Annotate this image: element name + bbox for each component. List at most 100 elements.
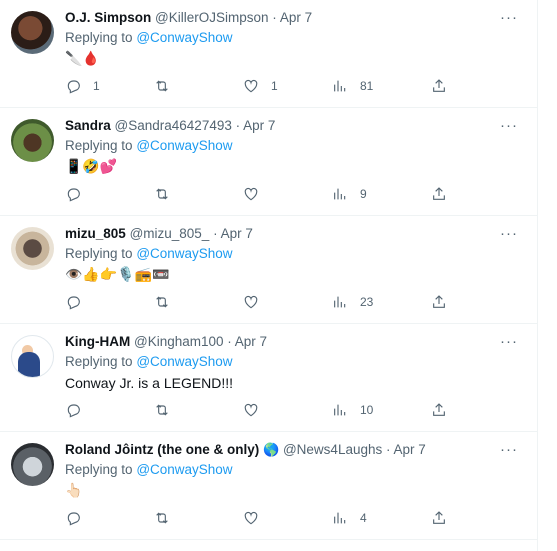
views-button[interactable]: 10 xyxy=(332,401,373,419)
share-button[interactable] xyxy=(431,401,447,419)
like-button[interactable] xyxy=(243,509,271,527)
replying-to: Replying to @ConwayShow xyxy=(65,246,233,261)
retweet-button[interactable] xyxy=(154,77,182,95)
more-icon[interactable]: ··· xyxy=(500,441,518,458)
share-icon xyxy=(433,187,445,200)
tweet-header: Sandra @Sandra46427493 · Apr 7 xyxy=(65,118,275,133)
more-icon[interactable]: ··· xyxy=(500,9,518,26)
mention-link[interactable]: @ConwayShow xyxy=(136,462,232,477)
views-button[interactable]: 4 xyxy=(332,509,367,527)
tweet-header: Roland Jôintz (the one & only) 🌎 @News4L… xyxy=(65,442,426,458)
avatar[interactable] xyxy=(11,443,54,486)
tweet-date[interactable]: Apr 7 xyxy=(280,10,312,25)
display-name[interactable]: O.J. Simpson xyxy=(65,10,151,25)
views-icon xyxy=(334,512,346,524)
retweet-button[interactable] xyxy=(154,401,182,419)
display-name[interactable]: Roland Jôintz (the one & only) xyxy=(65,442,259,457)
display-name[interactable]: King-HAM xyxy=(65,334,130,349)
tweet-text: 🔪🩸 xyxy=(65,51,100,67)
retweet-button[interactable] xyxy=(154,509,182,527)
share-button[interactable] xyxy=(431,293,447,311)
display-name[interactable]: Sandra xyxy=(65,118,111,133)
share-icon xyxy=(433,511,445,524)
share-icon xyxy=(433,79,445,92)
tweet-actions: 23 xyxy=(65,293,455,311)
retweet-icon xyxy=(156,404,168,416)
like-icon xyxy=(244,403,258,417)
share-button[interactable] xyxy=(431,509,447,527)
globe-icon: 🌎 xyxy=(263,442,280,457)
tweet-text: 📱🤣💕 xyxy=(65,159,118,175)
more-icon[interactable]: ··· xyxy=(500,117,518,134)
like-button[interactable]: 1 xyxy=(243,77,278,95)
views-button[interactable]: 23 xyxy=(332,293,373,311)
tweet-date[interactable]: Apr 7 xyxy=(235,334,267,349)
reply-button[interactable] xyxy=(65,509,93,527)
like-count: 1 xyxy=(271,79,278,93)
mention-link[interactable]: @ConwayShow xyxy=(136,246,232,261)
user-handle[interactable]: @News4Laughs xyxy=(283,442,382,457)
reply-count: 1 xyxy=(93,79,100,93)
mention-link[interactable]: @ConwayShow xyxy=(136,354,232,369)
reply-button[interactable] xyxy=(65,293,93,311)
replying-to: Replying to @ConwayShow xyxy=(65,138,233,153)
user-handle[interactable]: @KillerOJSimpson xyxy=(155,10,268,25)
more-icon[interactable]: ··· xyxy=(500,225,518,242)
views-count: 9 xyxy=(360,187,367,201)
tweet[interactable]: King-HAM @Kingham100 · Apr 7 ··· Replyin… xyxy=(0,324,537,432)
share-icon xyxy=(433,403,445,416)
avatar[interactable] xyxy=(11,335,54,378)
tweet[interactable]: mizu_805 @mizu_805_ · Apr 7 ··· Replying… xyxy=(0,216,537,324)
reply-icon xyxy=(67,80,80,94)
views-count: 81 xyxy=(360,79,374,93)
reply-button[interactable] xyxy=(65,185,93,203)
tweet-header: mizu_805 @mizu_805_ · Apr 7 xyxy=(65,226,253,241)
tweet-date[interactable]: Apr 7 xyxy=(243,118,275,133)
user-handle[interactable]: @Kingham100 xyxy=(134,334,224,349)
reply-icon xyxy=(67,188,80,202)
views-button[interactable]: 9 xyxy=(332,185,367,203)
mention-link[interactable]: @ConwayShow xyxy=(136,138,232,153)
avatar[interactable] xyxy=(11,227,54,270)
display-name[interactable]: mizu_805 xyxy=(65,226,126,241)
retweet-button[interactable] xyxy=(154,185,182,203)
views-count: 23 xyxy=(360,295,374,309)
replying-to: Replying to @ConwayShow xyxy=(65,30,233,45)
replies-feed: O.J. Simpson @KillerOJSimpson · Apr 7 ··… xyxy=(0,0,538,551)
views-count: 4 xyxy=(360,511,367,525)
separator-dot: · xyxy=(227,334,232,349)
tweet-actions: 9 xyxy=(65,185,455,203)
tweet-text: 👁️👍👉🎙️📻📼 xyxy=(65,267,170,283)
share-button[interactable] xyxy=(431,185,447,203)
tweet[interactable]: Sandra @Sandra46427493 · Apr 7 ··· Reply… xyxy=(0,108,537,216)
views-icon xyxy=(334,404,346,416)
tweet-header: King-HAM @Kingham100 · Apr 7 xyxy=(65,334,267,349)
reply-button[interactable]: 1 xyxy=(65,77,100,95)
more-icon[interactable]: ··· xyxy=(500,333,518,350)
replying-to: Replying to @ConwayShow xyxy=(65,462,233,477)
tweet[interactable]: Roland Jôintz (the one & only) 🌎 @News4L… xyxy=(0,432,537,540)
reply-button[interactable] xyxy=(65,401,93,419)
user-handle[interactable]: @Sandra46427493 xyxy=(115,118,232,133)
retweet-button[interactable] xyxy=(154,293,182,311)
retweet-icon xyxy=(156,512,168,524)
replying-to-label: Replying to xyxy=(65,354,133,369)
share-button[interactable] xyxy=(431,77,447,95)
views-button[interactable]: 81 xyxy=(332,77,373,95)
like-icon xyxy=(244,79,258,93)
avatar[interactable] xyxy=(11,119,54,162)
mention-link[interactable]: @ConwayShow xyxy=(136,30,232,45)
tweet-date[interactable]: Apr 7 xyxy=(394,442,426,457)
tweet-text: Conway Jr. is a LEGEND!!! xyxy=(65,375,234,391)
like-button[interactable] xyxy=(243,185,271,203)
tweet-date[interactable]: Apr 7 xyxy=(221,226,253,241)
replying-to-label: Replying to xyxy=(65,246,133,261)
like-button[interactable] xyxy=(243,293,271,311)
avatar[interactable] xyxy=(11,11,54,54)
tweet[interactable]: O.J. Simpson @KillerOJSimpson · Apr 7 ··… xyxy=(0,0,537,108)
replying-to: Replying to @ConwayShow xyxy=(65,354,233,369)
user-handle[interactable]: @mizu_805_ xyxy=(130,226,210,241)
like-button[interactable] xyxy=(243,401,271,419)
reply-icon xyxy=(67,404,80,418)
views-icon xyxy=(334,296,346,308)
